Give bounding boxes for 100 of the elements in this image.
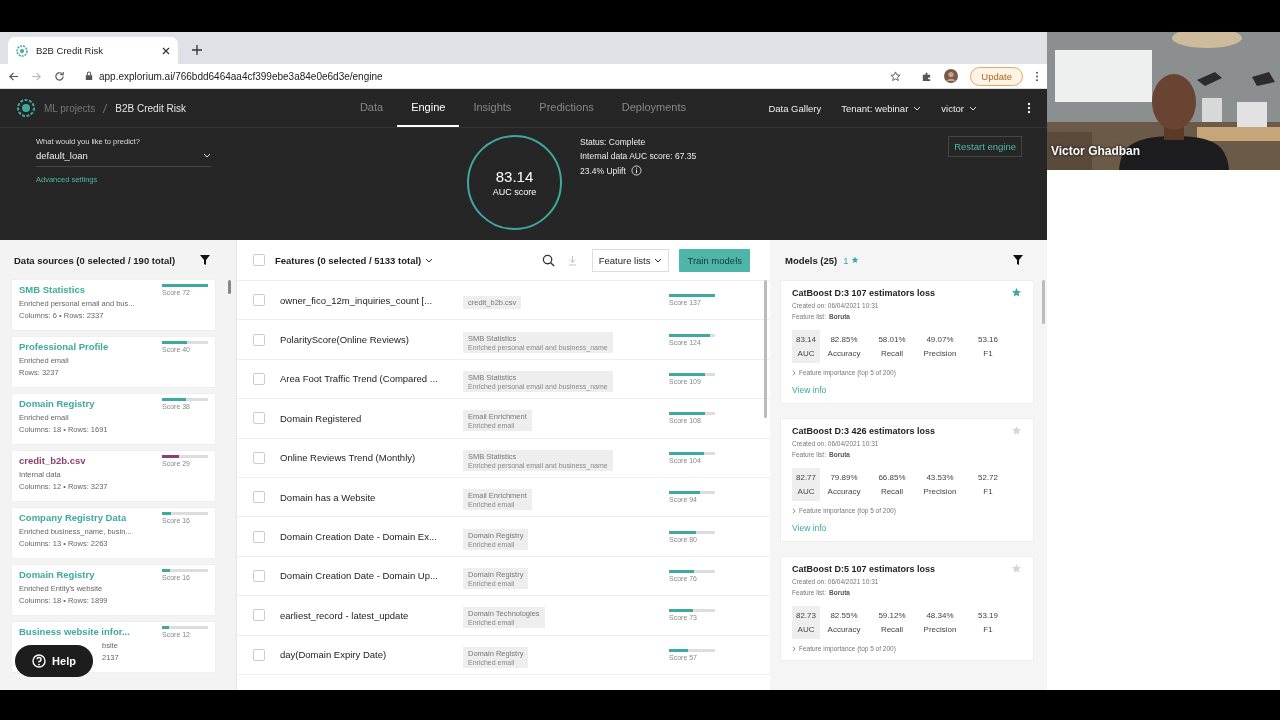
source-name: SMB Statistics [19, 284, 85, 295]
caret-icon [969, 105, 977, 111]
nav-tab[interactable]: Deployments [607, 89, 700, 127]
browser-tab[interactable]: B2B Credit Risk [8, 37, 178, 64]
features-dropdown[interactable]: Features (0 selected / 5133 total) [275, 254, 422, 266]
checkbox[interactable] [253, 648, 265, 661]
more-icon[interactable] [1035, 70, 1039, 82]
chevron-icon [792, 645, 796, 652]
bookmark-star-icon[interactable] [890, 70, 902, 82]
star-icon[interactable] [1011, 563, 1022, 574]
checkbox[interactable] [253, 372, 265, 385]
filter-icon[interactable] [1013, 255, 1023, 265]
nav-tab[interactable]: Insights [459, 89, 526, 127]
checkbox[interactable] [253, 333, 265, 346]
feature-name: Area Foot Traffic Trend (Compared ... [280, 373, 439, 385]
metric: 48.34% Precision [922, 610, 958, 636]
metric: 79.89% Accuracy [826, 472, 862, 498]
metric: 82.85% Accuracy [826, 334, 862, 360]
metric: 53.19 F1 [977, 610, 999, 636]
filter-icon[interactable] [200, 255, 210, 265]
checkbox[interactable] [253, 569, 265, 582]
metric: 59.12% Recall [877, 610, 907, 636]
metric: 82.55% Accuracy [826, 610, 862, 636]
score-bar [162, 341, 208, 344]
source-name: Company Registry Data [19, 512, 127, 523]
caret-icon [203, 153, 211, 158]
feature-lists-dropdown[interactable]: Feature lists [591, 248, 670, 272]
caret-icon [913, 105, 922, 111]
breadcrumb-link[interactable]: ML projects [44, 102, 96, 114]
auc-score-ring: 83.14 AUC score [467, 135, 562, 230]
metric: 52.72 F1 [977, 472, 999, 498]
score-bar [669, 648, 715, 652]
feature-name: Domain Registered [280, 412, 363, 424]
download-icon[interactable] [567, 254, 577, 266]
metric: 53.16 F1 [977, 334, 999, 360]
metric: 43.53% Precision [922, 472, 958, 498]
nav-tab[interactable]: Data [345, 89, 398, 127]
star-icon[interactable] [1011, 287, 1022, 298]
nav-tab[interactable]: Predictions [525, 89, 608, 127]
search-icon[interactable] [541, 253, 555, 267]
star-icon [850, 256, 859, 264]
info-icon[interactable] [630, 165, 642, 176]
feature-name: Online Reviews Trend (Monthly) [280, 452, 417, 464]
back-icon[interactable] [8, 70, 19, 82]
score-bar [669, 530, 715, 534]
score-bar [669, 412, 715, 416]
tenant-dropdown[interactable]: Tenant: webinar [841, 102, 909, 114]
metric: 58.01% Recall [877, 334, 907, 360]
checkbox[interactable] [253, 412, 265, 425]
project-title: B2B Credit Risk [115, 102, 186, 114]
model-name: CatBoost D:3 107 estimators loss [792, 287, 936, 298]
checkbox[interactable] [253, 530, 265, 543]
user-dropdown[interactable]: victor [941, 102, 964, 114]
status-text: Status: Complete [580, 137, 647, 147]
score-bar [669, 569, 715, 573]
help-button[interactable]: Help [15, 645, 93, 677]
score-bar [669, 372, 715, 376]
update-button[interactable]: Update [970, 66, 1023, 86]
caret-icon [425, 257, 434, 263]
help-icon [32, 654, 47, 668]
feature-name: day(Domain Expiry Date) [280, 649, 388, 661]
feature-name: Domain Creation Date - Domain Ex... [280, 531, 438, 543]
checkbox[interactable] [253, 294, 265, 307]
checkbox[interactable] [253, 491, 265, 504]
source-name: Business website infor... [19, 626, 130, 637]
source-name: Professional Profile [19, 341, 109, 352]
logo-icon[interactable] [16, 98, 36, 118]
more-icon[interactable] [1027, 102, 1031, 114]
plus-icon[interactable] [192, 45, 202, 55]
checkbox[interactable] [253, 609, 265, 622]
metric: 49.07% Precision [922, 334, 958, 360]
model-name: CatBoost D:3 426 estimators loss [792, 425, 936, 436]
feature-name: owner_fico_12m_inquiries_count [... [280, 294, 434, 306]
metric: 66.85% Recall [877, 472, 907, 498]
metric: 82.77 AUC [792, 468, 820, 501]
checkbox[interactable] [253, 254, 265, 266]
model-name: CatBoost D:5 107 estimators loss [792, 563, 936, 574]
score-bar [162, 569, 208, 572]
checkbox[interactable] [253, 451, 265, 464]
feature-name: earliest_record - latest_update [280, 609, 410, 621]
score-bar [162, 398, 208, 401]
data-gallery-link[interactable]: Data Gallery [768, 102, 822, 114]
reload-icon[interactable] [54, 70, 65, 82]
score-bar [162, 626, 208, 629]
logo-icon [16, 44, 28, 57]
target-dropdown[interactable]: default_loan [36, 146, 211, 167]
feature-name: Domain Creation Date - Domain Up... [280, 570, 439, 582]
train-models-button[interactable]: Train models [679, 248, 750, 272]
puzzle-icon[interactable] [921, 70, 933, 82]
starred-count: 1 [843, 254, 849, 266]
avatar-icon[interactable] [944, 69, 959, 83]
panel-title: Data sources (0 selected / 190 total) [14, 254, 176, 266]
score-bar [162, 512, 208, 515]
metric: 82.73 AUC [792, 606, 820, 639]
restart-engine-button[interactable]: Restart engine [948, 136, 1022, 157]
source-name: Domain Registry [19, 398, 95, 409]
score-bar [669, 609, 715, 613]
close-icon[interactable] [162, 46, 170, 55]
forward-icon[interactable] [31, 70, 42, 82]
star-icon[interactable] [1011, 425, 1022, 436]
